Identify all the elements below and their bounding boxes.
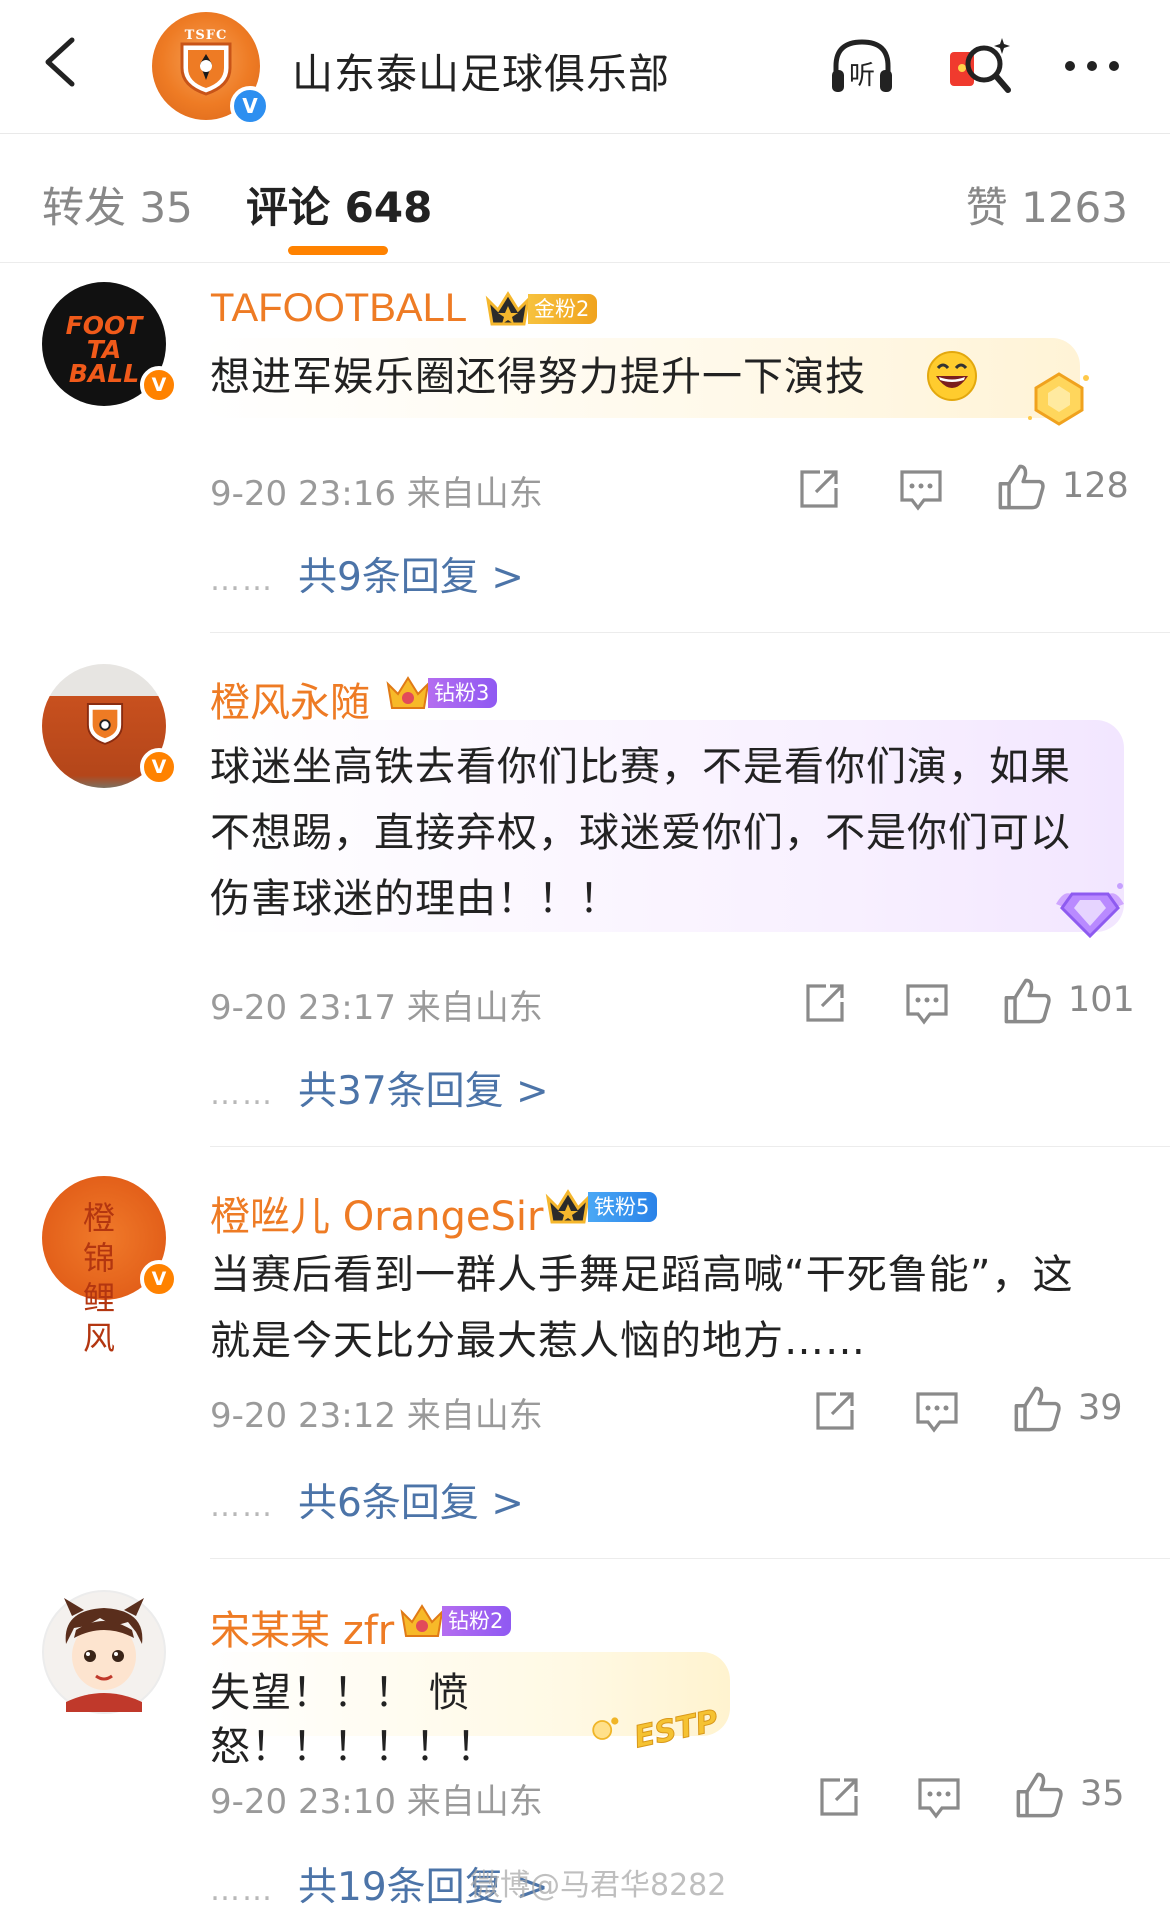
crown-icon (545, 1189, 591, 1224)
repost-icon[interactable] (816, 1774, 862, 1820)
club-shield-icon (86, 703, 124, 745)
comment-text-content: 想进军娱乐圈还得努力提升一下演技 (210, 354, 866, 400)
like-thumb-icon[interactable] (1002, 976, 1052, 1026)
comment-username[interactable]: 橙咝儿 OrangeSir (210, 1184, 543, 1242)
divider (210, 632, 1170, 633)
fan-level-label: 钻粉2 (442, 1606, 512, 1636)
reply-dots: …… (210, 1489, 274, 1524)
weibo-watermark: 微博@马君华8282 (470, 1868, 727, 1903)
like-thumb-icon[interactable] (1014, 1770, 1064, 1820)
page-title: 山东泰山足球俱乐部 (292, 50, 670, 98)
club-shield-icon (180, 42, 232, 96)
crown-icon (386, 676, 430, 709)
user-avatar[interactable]: V (42, 664, 178, 788)
club-avatar[interactable]: TSFC V (152, 12, 270, 126)
comment-text: 当赛后看到一群人手舞足蹈高喊“干死鲁能”，这就是今天比分最大惹人恼的地方…… (210, 1242, 1110, 1374)
comment-username[interactable]: TAFOOTBALL (210, 286, 467, 331)
comment-meta: 9-20 23:16 来自山东 (210, 474, 543, 514)
back-arrow-icon[interactable] (30, 30, 94, 94)
fan-level-label: 铁粉5 (588, 1192, 658, 1222)
like-count: 101 (1068, 980, 1135, 1020)
verified-badge: V (140, 366, 178, 404)
comment-icon[interactable] (898, 466, 944, 512)
avatar-calligraphy: 橙 锦 鲤 风 (82, 1199, 125, 1357)
verified-badge: V (230, 86, 270, 126)
user-avatar[interactable]: 橙 锦 鲤 风 V (42, 1176, 178, 1357)
comment-text: 想进军娱乐圈还得努力提升一下演技 (210, 350, 970, 404)
like-thumb-icon[interactable] (1012, 1384, 1062, 1434)
fan-badge: 金粉2 (484, 290, 598, 328)
like-count: 128 (1062, 466, 1129, 506)
listen-icon[interactable]: 听 (826, 30, 898, 102)
estp-sticker: ESTP (586, 1700, 736, 1760)
repost-icon[interactable] (812, 1388, 858, 1434)
view-replies-link[interactable]: …… 共6条回复 > (210, 1472, 524, 1528)
user-avatar[interactable] (42, 1590, 166, 1714)
view-replies-link[interactable]: …… 共9条回复 > (210, 546, 524, 602)
avatar-logo-text: FOOT TA BALL (65, 311, 143, 388)
svg-text:听: 听 (849, 61, 875, 91)
verified-badge: V (140, 1260, 178, 1298)
sparkle-icon (592, 1717, 619, 1740)
fan-badge: 钻粉3 (384, 674, 498, 712)
comment-icon[interactable] (914, 1388, 960, 1434)
replies-count-label: 共6条回复 > (298, 1481, 524, 1526)
more-options-icon[interactable] (1056, 30, 1128, 102)
replies-count-label: 共9条回复 > (298, 555, 524, 600)
red-packet-search-icon[interactable] (944, 30, 1016, 102)
fan-level-label: 钻粉3 (428, 678, 498, 708)
view-replies-link[interactable]: …… 共37条回复 > (210, 1060, 549, 1116)
comment-meta: 9-20 23:17 来自山东 (210, 988, 543, 1028)
comment-icon[interactable] (916, 1774, 962, 1820)
fan-badge: 铁粉5 (544, 1188, 658, 1226)
verified-badge: V (140, 748, 178, 786)
crown-icon (400, 1604, 444, 1637)
comment-meta: 9-20 23:10 来自山东 (210, 1782, 543, 1822)
comment-text-content: 当赛后看到一群人手舞足蹈高喊“干死鲁能”，这就是今天比分最大惹人恼的地方…… (210, 1252, 1074, 1364)
diamond-badge-decoration-icon (1056, 883, 1124, 939)
tab-likes[interactable]: 赞 1263 (966, 174, 1128, 235)
grinning-emoji-icon (927, 351, 977, 401)
estp-sticker-text: ESTP (631, 1703, 722, 1756)
fan-level-label: 金粉2 (528, 294, 598, 324)
like-count: 39 (1078, 1388, 1123, 1428)
like-count: 35 (1080, 1774, 1125, 1814)
divider (210, 1558, 1170, 1559)
crown-icon (485, 291, 531, 326)
repost-icon[interactable] (796, 466, 842, 512)
user-avatar[interactable]: FOOT TA BALL V (42, 282, 178, 406)
tab-comments[interactable]: 评论 648 (246, 174, 432, 235)
comment-icon[interactable] (904, 980, 950, 1026)
like-thumb-icon[interactable] (996, 462, 1046, 512)
tab-repost[interactable]: 转发 35 (42, 174, 193, 235)
divider (210, 1146, 1170, 1147)
reply-dots: …… (210, 1873, 274, 1908)
replies-count-label: 共37条回复 > (298, 1069, 549, 1114)
active-tab-indicator (288, 246, 388, 255)
gold-badge-decoration-icon (1028, 372, 1089, 426)
cartoon-boy-icon (64, 1598, 144, 1712)
comment-tabs: 转发 35 评论 648 赞 1263 (0, 134, 1170, 263)
comment-meta: 9-20 23:12 来自山东 (210, 1396, 543, 1436)
top-bar: TSFC V 山东泰山足球俱乐部 听 (0, 0, 1170, 134)
comment-text-content: 球迷坐高铁去看你们比赛，不是看你们演，如果不想踢，直接弃权，球迷爱你们，不是你们… (210, 744, 1071, 922)
fan-badge: 钻粉2 (398, 1602, 512, 1640)
reply-dots: …… (210, 563, 274, 598)
repost-icon[interactable] (802, 980, 848, 1026)
comment-username[interactable]: 宋某某 zfr (210, 1598, 394, 1656)
comment-text-content: 失望！！！ 愤怒！！！！！！ (210, 1670, 497, 1770)
reply-dots: …… (210, 1077, 274, 1112)
comment-text: 球迷坐高铁去看你们比赛，不是看你们演，如果不想踢，直接弃权，球迷爱你们，不是你们… (210, 734, 1110, 932)
